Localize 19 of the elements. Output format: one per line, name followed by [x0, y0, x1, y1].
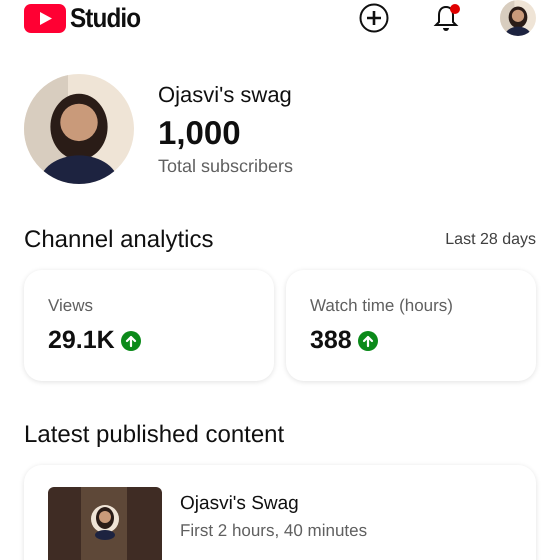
subscriber-label: Total subscribers	[158, 156, 294, 176]
content-card[interactable]: Ojasvi's Swag First 2 hours, 40 minutes	[24, 465, 536, 560]
metric-value: 388	[310, 326, 352, 355]
video-stats: First 2 hours, 40 minutes	[180, 521, 368, 541]
video-title: Ojasvi's Swag	[180, 493, 300, 515]
metric-label: Watch time (hours)	[310, 296, 454, 316]
subscriber-count: 1,000	[158, 114, 242, 152]
section-title: Channel analytics	[24, 226, 214, 254]
avatar-icon	[500, 0, 536, 36]
metric-card[interactable]: Views 29.1K	[24, 270, 274, 381]
account-button[interactable]	[500, 0, 536, 36]
section-title: Latest published content	[24, 421, 284, 449]
play-logo-icon	[24, 4, 66, 32]
metric-card[interactable]: Watch time (hours) 388	[286, 270, 536, 381]
metric-label: Views	[48, 296, 94, 316]
channel-name: Ojasvi's swag	[158, 82, 293, 108]
period-label: Last 28 days	[445, 231, 536, 249]
logo-text: Studio	[70, 2, 140, 34]
metric-value: 29.1K	[48, 326, 115, 355]
